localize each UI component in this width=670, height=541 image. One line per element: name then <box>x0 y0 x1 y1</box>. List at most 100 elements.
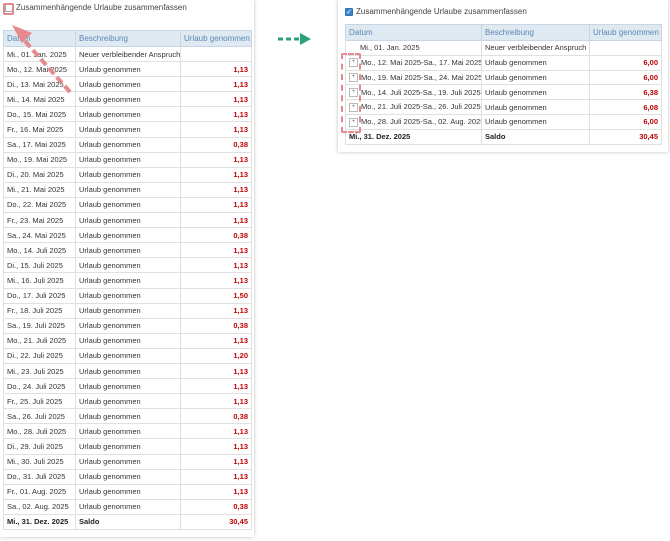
table-row[interactable]: + Mo., 19. Mai 2025-Sa., 24. Mai 2025 Urla… <box>345 69 662 86</box>
date-cell: + Mo., 19. Mai 2025-Sa., 24. Mai 2025 <box>345 69 482 86</box>
table-row[interactable]: Mo., 21. Juli 2025 Urlaub genommen 1,13 <box>3 332 252 349</box>
table-row[interactable]: Do., 24. Juli 2025 Urlaub genommen 1,13 <box>3 378 252 395</box>
table-row[interactable]: Sa., 19. Juli 2025 Urlaub genommen 0,38 <box>3 317 252 334</box>
column-header-description[interactable]: Beschreibung <box>481 24 590 41</box>
table-row[interactable]: Di., 20. Mai 2025 Urlaub genommen 1,13 <box>3 166 252 183</box>
column-header-date[interactable]: Datum <box>3 30 76 47</box>
vacation-table-ungrouped: Datum Beschreibung Urlaub genommen Mi., … <box>3 30 252 531</box>
table-row[interactable]: Di., 15. Juli 2025 Urlaub genommen 1,13 <box>3 257 252 274</box>
vacation-value-cell: 1,13 <box>180 272 252 289</box>
date-text: Di., 15. Juli 2025 <box>7 260 63 270</box>
group-checkbox-checked[interactable]: ✓ <box>345 7 353 16</box>
vacation-value-cell: 1,13 <box>180 393 252 410</box>
date-text: Do., 24. Juli 2025 <box>7 381 66 391</box>
total-value-cell: 30,45 <box>180 513 252 531</box>
table-row[interactable]: + Mo., 12. Mai 2025-Sa., 17. Mai 2025 Urla… <box>345 54 662 71</box>
column-header-vacation[interactable]: Urlaub genommen <box>589 24 662 41</box>
table-row[interactable]: Di., 22. Juli 2025 Urlaub genommen 1,20 <box>3 347 252 364</box>
column-header-date[interactable]: Datum <box>345 24 482 41</box>
table-row[interactable]: Di., 29. Juli 2025 Urlaub genommen 1,13 <box>3 438 252 455</box>
description-cell: Urlaub genommen <box>75 378 181 395</box>
table-row[interactable]: Fr., 18. Juli 2025 Urlaub genommen 1,13 <box>3 302 252 319</box>
vacation-value-cell: 1,13 <box>180 106 252 123</box>
table-row[interactable]: Fr., 16. Mai 2025 Urlaub genommen 1,13 <box>3 121 252 138</box>
date-cell: Mo., 14. Juli 2025 <box>3 242 76 259</box>
table-row[interactable]: Do., 17. Juli 2025 Urlaub genommen 1,50 <box>3 287 252 304</box>
vacation-value-cell <box>589 40 662 56</box>
table-row[interactable]: Sa., 26. Juli 2025 Urlaub genommen 0,38 <box>3 408 252 425</box>
date-cell: Sa., 26. Juli 2025 <box>3 408 76 425</box>
description-cell: Urlaub genommen <box>75 408 181 425</box>
table-row[interactable]: Sa., 17. Mai 2025 Urlaub genommen 0,38 <box>3 136 252 153</box>
table-row[interactable]: Fr., 23. Mai 2025 Urlaub genommen 1,13 <box>3 212 252 229</box>
table-row[interactable]: + Mo., 21. Juli 2025-Sa., 26. Juli 2025 Ur… <box>345 99 662 115</box>
date-text: Di., 22. Juli 2025 <box>7 351 63 361</box>
table-row[interactable]: Sa., 02. Aug. 2025 Urlaub genommen 0,38 <box>3 498 252 515</box>
check-icon: ✓ <box>346 8 352 16</box>
date-cell: Mi., 01. Jan. 2025 <box>345 40 482 56</box>
description-cell: Neuer verbleibender Anspruch <box>75 45 181 63</box>
date-cell: Do., 24. Juli 2025 <box>3 378 76 395</box>
table-row[interactable]: Mi., 14. Mai 2025 Urlaub genommen 1,13 <box>3 91 252 108</box>
vacation-value-cell: 0,38 <box>180 317 252 334</box>
table-row[interactable]: Mo., 28. Juli 2025 Urlaub genommen 1,13 <box>3 423 252 440</box>
group-checkbox-row-right[interactable]: ✓ Zusammenhängende Urlaube zusammenfasse… <box>345 7 527 16</box>
table-row[interactable]: Fr., 25. Juli 2025 Urlaub genommen 1,13 <box>3 393 252 410</box>
date-text: Mi., 16. Juli 2025 <box>7 275 64 285</box>
checkbox-highlight <box>3 3 14 15</box>
description-cell: Urlaub genommen <box>75 317 181 334</box>
vacation-value-cell: 1,13 <box>180 151 252 168</box>
description-cell: Urlaub genommen <box>75 91 181 108</box>
date-text: Fr., 23. Mai 2025 <box>7 215 64 225</box>
column-header-vacation[interactable]: Urlaub genommen <box>180 30 252 47</box>
table-row[interactable]: Mi., 16. Juli 2025 Urlaub genommen 1,13 <box>3 272 252 289</box>
table-row[interactable]: Mo., 19. Mai 2025 Urlaub genommen 1,13 <box>3 151 252 168</box>
vacation-value-cell: 1,13 <box>180 257 252 274</box>
total-label-cell: Saldo <box>75 513 181 531</box>
table-row[interactable]: Fr., 01. Aug. 2025 Urlaub genommen 1,13 <box>3 483 252 500</box>
date-cell: Do., 31. Juli 2025 <box>3 468 76 485</box>
date-text: Mo., 12. Mai 2025-Sa., 17. Mai 2025 <box>361 57 482 67</box>
vacation-value-cell: 6,00 <box>589 69 662 86</box>
date-text: Do., 17. Juli 2025 <box>7 291 66 301</box>
table-row[interactable]: Do., 31. Juli 2025 Urlaub genommen 1,13 <box>3 468 252 485</box>
date-cell: Mi., 16. Juli 2025 <box>3 272 76 289</box>
table-row[interactable]: Mi., 21. Mai 2025 Urlaub genommen 1,13 <box>3 181 252 198</box>
table-body: Mi., 01. Jan. 2025 Neuer verbleibender An… <box>3 45 252 531</box>
table-row[interactable]: Mi., 30. Juli 2025 Urlaub genommen 1,13 <box>3 453 252 470</box>
column-header-description[interactable]: Beschreibung <box>75 30 181 47</box>
vacation-value-cell: 6,00 <box>589 54 662 71</box>
table-row[interactable]: Sa., 24. Mai 2025 Urlaub genommen 0,38 <box>3 227 252 244</box>
table-row[interactable]: Mi., 01. Jan. 2025 Neuer verbleibender An… <box>3 45 252 63</box>
table-row[interactable]: Do., 22. Mai 2025 Urlaub genommen 1,13 <box>3 196 252 214</box>
description-cell: Urlaub genommen <box>75 227 181 244</box>
date-text: Mo., 14. Juli 2025-Sa., 19. Juli 2025 <box>361 87 481 97</box>
table-row[interactable]: + Mo., 14. Juli 2025-Sa., 19. Juli 2025 Ur… <box>345 84 662 101</box>
description-cell: Urlaub genommen <box>75 498 181 515</box>
table-row[interactable]: Do., 15. Mai 2025 Urlaub genommen 1,13 <box>3 106 252 123</box>
date-cell: Do., 17. Juli 2025 <box>3 287 76 304</box>
table-header-row: Datum Beschreibung Urlaub genommen <box>3 30 252 47</box>
date-cell: Mo., 21. Juli 2025 <box>3 332 76 349</box>
table-row[interactable]: Mo., 14. Juli 2025 Urlaub genommen 1,13 <box>3 242 252 259</box>
total-row: Mi., 31. Dez. 2025 Saldo 30,45 <box>3 513 252 531</box>
date-cell: Mi., 21. Mai 2025 <box>3 181 76 198</box>
group-checkbox-row-left[interactable]: Zusammenhängende Urlaube zusammenfassen <box>5 3 187 12</box>
date-text: Mi., 01. Jan. 2025 <box>360 43 420 53</box>
vacation-value-cell <box>180 45 252 63</box>
description-cell: Urlaub genommen <box>75 242 181 259</box>
table-row[interactable]: + Mo., 28. Juli 2025-Sa., 02. Aug. 2025 Ur… <box>345 113 662 130</box>
date-cell: Mi., 30. Juli 2025 <box>3 453 76 470</box>
date-cell: Mi., 23. Juli 2025 <box>3 362 76 380</box>
description-cell: Urlaub genommen <box>75 257 181 274</box>
date-text: Do., 22. Mai 2025 <box>7 200 67 210</box>
table-row[interactable]: Di., 13. Mai 2025 Urlaub genommen 1,13 <box>3 76 252 93</box>
vacation-value-cell: 1,13 <box>180 362 252 380</box>
table-row[interactable]: Mi., 01. Jan. 2025 Neuer verbleibender An… <box>345 40 662 56</box>
table-row[interactable]: Mo., 12. Mai 2025 Urlaub genommen 1,13 <box>3 61 252 78</box>
table-row[interactable]: Mi., 23. Juli 2025 Urlaub genommen 1,13 <box>3 362 252 380</box>
date-text: Di., 13. Mai 2025 <box>7 79 64 89</box>
date-cell: Sa., 19. Juli 2025 <box>3 317 76 334</box>
vacation-value-cell: 1,13 <box>180 242 252 259</box>
date-text: Mo., 28. Juli 2025 <box>7 426 67 436</box>
